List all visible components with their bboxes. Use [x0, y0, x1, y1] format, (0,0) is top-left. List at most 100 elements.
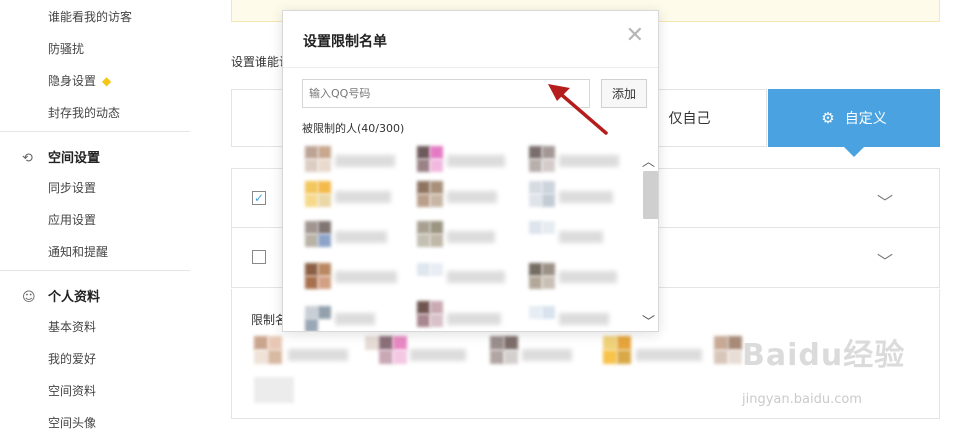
watermark-logo: Baidu经验 — [742, 338, 906, 373]
avatar — [318, 194, 331, 207]
dialog-divider — [283, 67, 658, 68]
avatar — [542, 263, 555, 276]
sidebar-section-space[interactable]: ⟲ 空间设置 — [22, 147, 100, 166]
avatar — [714, 350, 728, 364]
sidebar-item-sync[interactable]: 同步设置 — [48, 179, 96, 196]
avatar — [254, 336, 268, 350]
chevron-down-icon[interactable]: ﹀ — [877, 189, 893, 213]
blurred-name — [335, 191, 391, 203]
sidebar-item-invisible[interactable]: 隐身设置 ◆ — [48, 72, 111, 89]
sidebar-item-archive[interactable]: 封存我的动态 — [48, 104, 120, 121]
sidebar-item-hobbies[interactable]: 我的爱好 — [48, 350, 96, 367]
blurred-name — [447, 271, 505, 283]
blurred-name — [335, 271, 397, 283]
avatar — [417, 194, 430, 207]
avatar — [542, 159, 555, 172]
dialog-title: 设置限制名单 — [303, 34, 387, 50]
restricted-list — [293, 141, 639, 331]
avatar — [529, 276, 542, 289]
avatar — [305, 263, 318, 276]
sidebar-item-anti-harass[interactable]: 防骚扰 — [48, 40, 84, 57]
profile-icon: ☺ — [22, 290, 36, 305]
avatar — [504, 350, 518, 364]
avatar — [603, 350, 617, 364]
avatar — [305, 234, 318, 247]
avatar — [268, 350, 282, 364]
avatar — [305, 306, 318, 319]
blurred-name — [559, 313, 609, 325]
space-settings-icon: ⟲ — [22, 151, 33, 166]
blurred-name — [335, 155, 395, 167]
avatar — [393, 336, 407, 350]
sidebar-section-profile-title: 个人资料 — [48, 290, 101, 305]
sidebar-divider — [0, 131, 190, 132]
avatar — [529, 263, 542, 276]
blurred-name — [447, 231, 495, 243]
close-icon[interactable]: ✕ — [626, 23, 644, 48]
blurred-name — [559, 191, 613, 203]
checkbox-unchecked[interactable] — [252, 250, 266, 264]
avatar — [430, 181, 443, 194]
avatar — [529, 159, 542, 172]
avatar — [617, 336, 631, 350]
sidebar-item-avatar[interactable]: 空间头像 — [48, 414, 96, 431]
avatar — [417, 181, 430, 194]
blurred-name — [522, 349, 572, 361]
avatar — [417, 314, 430, 327]
avatar — [542, 306, 555, 319]
avatar — [305, 159, 318, 172]
avatar — [305, 181, 318, 194]
avatar — [318, 234, 331, 247]
avatar — [542, 194, 555, 207]
avatar — [268, 336, 282, 350]
avatar — [430, 194, 443, 207]
watermark-url: jingyan.baidu.com — [742, 392, 862, 407]
avatar — [430, 234, 443, 247]
avatar — [318, 263, 331, 276]
sidebar-item-basic[interactable]: 基本资料 — [48, 318, 96, 335]
avatar — [254, 350, 268, 364]
scroll-up-icon[interactable]: ︿ — [642, 151, 655, 170]
avatar — [430, 314, 443, 327]
annotation-arrow-icon — [548, 84, 608, 135]
sidebar-item-visitors[interactable]: 谁能看我的访客 — [48, 8, 132, 25]
blurred-name — [559, 155, 619, 167]
avatar — [318, 146, 331, 159]
avatar — [617, 350, 631, 364]
sidebar-item-space-info[interactable]: 空间资料 — [48, 382, 96, 399]
sidebar-section-space-title: 空间设置 — [48, 151, 101, 166]
sidebar-divider — [0, 270, 190, 271]
avatar — [542, 181, 555, 194]
avatar — [393, 350, 407, 364]
sidebar-item-notify[interactable]: 通知和提醒 — [48, 243, 108, 260]
sidebar-section-profile[interactable]: ☺ 个人资料 — [22, 286, 100, 305]
avatar — [305, 319, 318, 331]
option-custom-label: 自定义 — [844, 111, 887, 127]
scroll-thumb[interactable] — [643, 171, 658, 219]
avatar — [305, 221, 318, 234]
blurred-name — [410, 349, 466, 361]
blurred-name — [636, 349, 702, 361]
blurred-name — [447, 191, 497, 203]
avatar — [542, 221, 555, 234]
avatar — [379, 350, 393, 364]
active-caret — [844, 147, 864, 157]
sidebar-item-invisible-label: 隐身设置 — [48, 74, 97, 88]
sidebar-item-app[interactable]: 应用设置 — [48, 211, 96, 228]
chevron-down-icon[interactable]: ﹀ — [877, 248, 893, 272]
blurred-name — [559, 271, 617, 283]
avatar — [417, 146, 430, 159]
avatar — [490, 336, 504, 350]
avatar — [529, 146, 542, 159]
restricted-count-label: 被限制的人(40/300) — [302, 122, 405, 135]
blurred-name — [559, 231, 603, 243]
list-scrollbar[interactable]: ︿ ﹀ — [640, 151, 658, 330]
option-custom[interactable]: ⚙ 自定义 — [768, 89, 940, 147]
checkbox-checked[interactable]: ✓ — [252, 191, 266, 205]
avatar — [254, 377, 294, 403]
scroll-down-icon[interactable]: ﹀ — [642, 311, 655, 330]
avatar — [365, 336, 379, 350]
avatar — [529, 221, 542, 234]
avatar — [430, 263, 443, 276]
avatar — [318, 159, 331, 172]
